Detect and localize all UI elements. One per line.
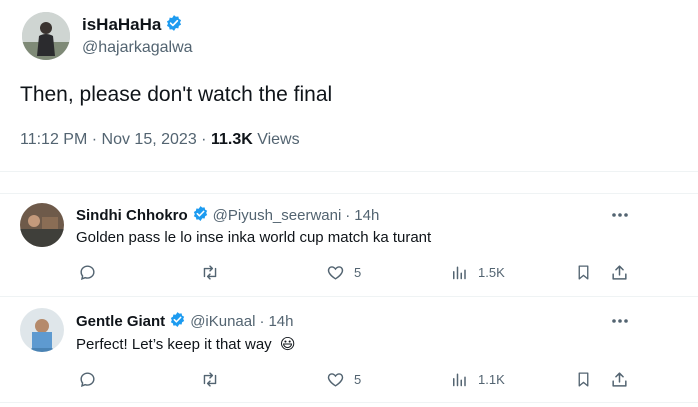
like-icon[interactable] <box>326 263 345 282</box>
views-label: Views <box>257 131 300 148</box>
views-count: 1.1K <box>478 372 505 387</box>
bookmark-icon[interactable] <box>575 263 592 282</box>
author-name[interactable]: isHaHaHa <box>82 15 161 35</box>
reply-header: Sindhi Chhokro @Piyush_seerwani · 14h <box>76 205 379 226</box>
author-name-row: isHaHaHa <box>82 14 183 36</box>
reply-author-name[interactable]: Sindhi Chhokro <box>76 207 188 224</box>
retweet-icon[interactable] <box>200 370 220 389</box>
verified-badge-icon <box>169 311 186 332</box>
author-handle[interactable]: @hajarkagalwa <box>82 39 193 57</box>
share-icon[interactable] <box>610 263 629 282</box>
views-icon[interactable] <box>450 370 468 389</box>
divider <box>0 193 698 194</box>
reply-icon[interactable] <box>78 263 97 282</box>
tweet-meta: 11:12 PM · Nov 15, 2023 · 11.3K Views <box>20 131 300 149</box>
tweet-date[interactable]: Nov 15, 2023 <box>102 131 197 148</box>
like-count: 5 <box>354 372 362 387</box>
verified-badge-icon <box>165 14 183 37</box>
reply-avatar[interactable] <box>20 308 64 352</box>
reply-separator: · <box>345 207 351 224</box>
retweet-icon[interactable] <box>200 263 220 282</box>
reply-header: Gentle Giant @iKunaal · 14h <box>76 311 294 332</box>
meta-separator: · <box>201 131 207 148</box>
reply-time[interactable]: 14h <box>268 313 293 330</box>
views-count: 1.5K <box>478 265 505 280</box>
smile-emoji: 😃 <box>279 336 296 353</box>
reply-icon[interactable] <box>78 370 97 389</box>
more-icon[interactable] <box>610 208 630 226</box>
verified-badge-icon <box>192 205 209 226</box>
like-icon[interactable] <box>326 370 345 389</box>
reply-actions: 5 1.1K <box>0 369 698 391</box>
reply-text-row: Perfect! Let’s keep it that way 😃 <box>76 335 295 353</box>
avatar[interactable] <box>22 12 70 60</box>
tweet-time[interactable]: 11:12 PM <box>20 131 87 148</box>
meta-separator: · <box>91 131 98 148</box>
divider <box>0 171 698 172</box>
reply-author-handle[interactable]: @Piyush_seerwani <box>213 207 342 224</box>
like-count: 5 <box>354 265 362 280</box>
share-icon[interactable] <box>610 370 629 389</box>
reply-text: Golden pass le lo inse inka world cup ma… <box>76 229 432 246</box>
tweet-text: Then, please don't watch the final <box>20 83 333 106</box>
reply-avatar[interactable] <box>20 203 64 247</box>
reply-author-name[interactable]: Gentle Giant <box>76 313 165 330</box>
divider <box>0 402 698 403</box>
reply-text: Perfect! Let’s keep it that way <box>76 336 272 353</box>
reply-author-handle[interactable]: @iKunaal <box>190 313 255 330</box>
more-icon[interactable] <box>610 314 630 332</box>
reply-actions: 5 1.5K <box>0 262 698 284</box>
divider <box>0 296 698 297</box>
reply-separator: · <box>259 313 265 330</box>
reply-time[interactable]: 14h <box>354 207 379 224</box>
views-count: 11.3K <box>210 131 253 148</box>
bookmark-icon[interactable] <box>575 370 592 389</box>
views-icon[interactable] <box>450 263 468 282</box>
